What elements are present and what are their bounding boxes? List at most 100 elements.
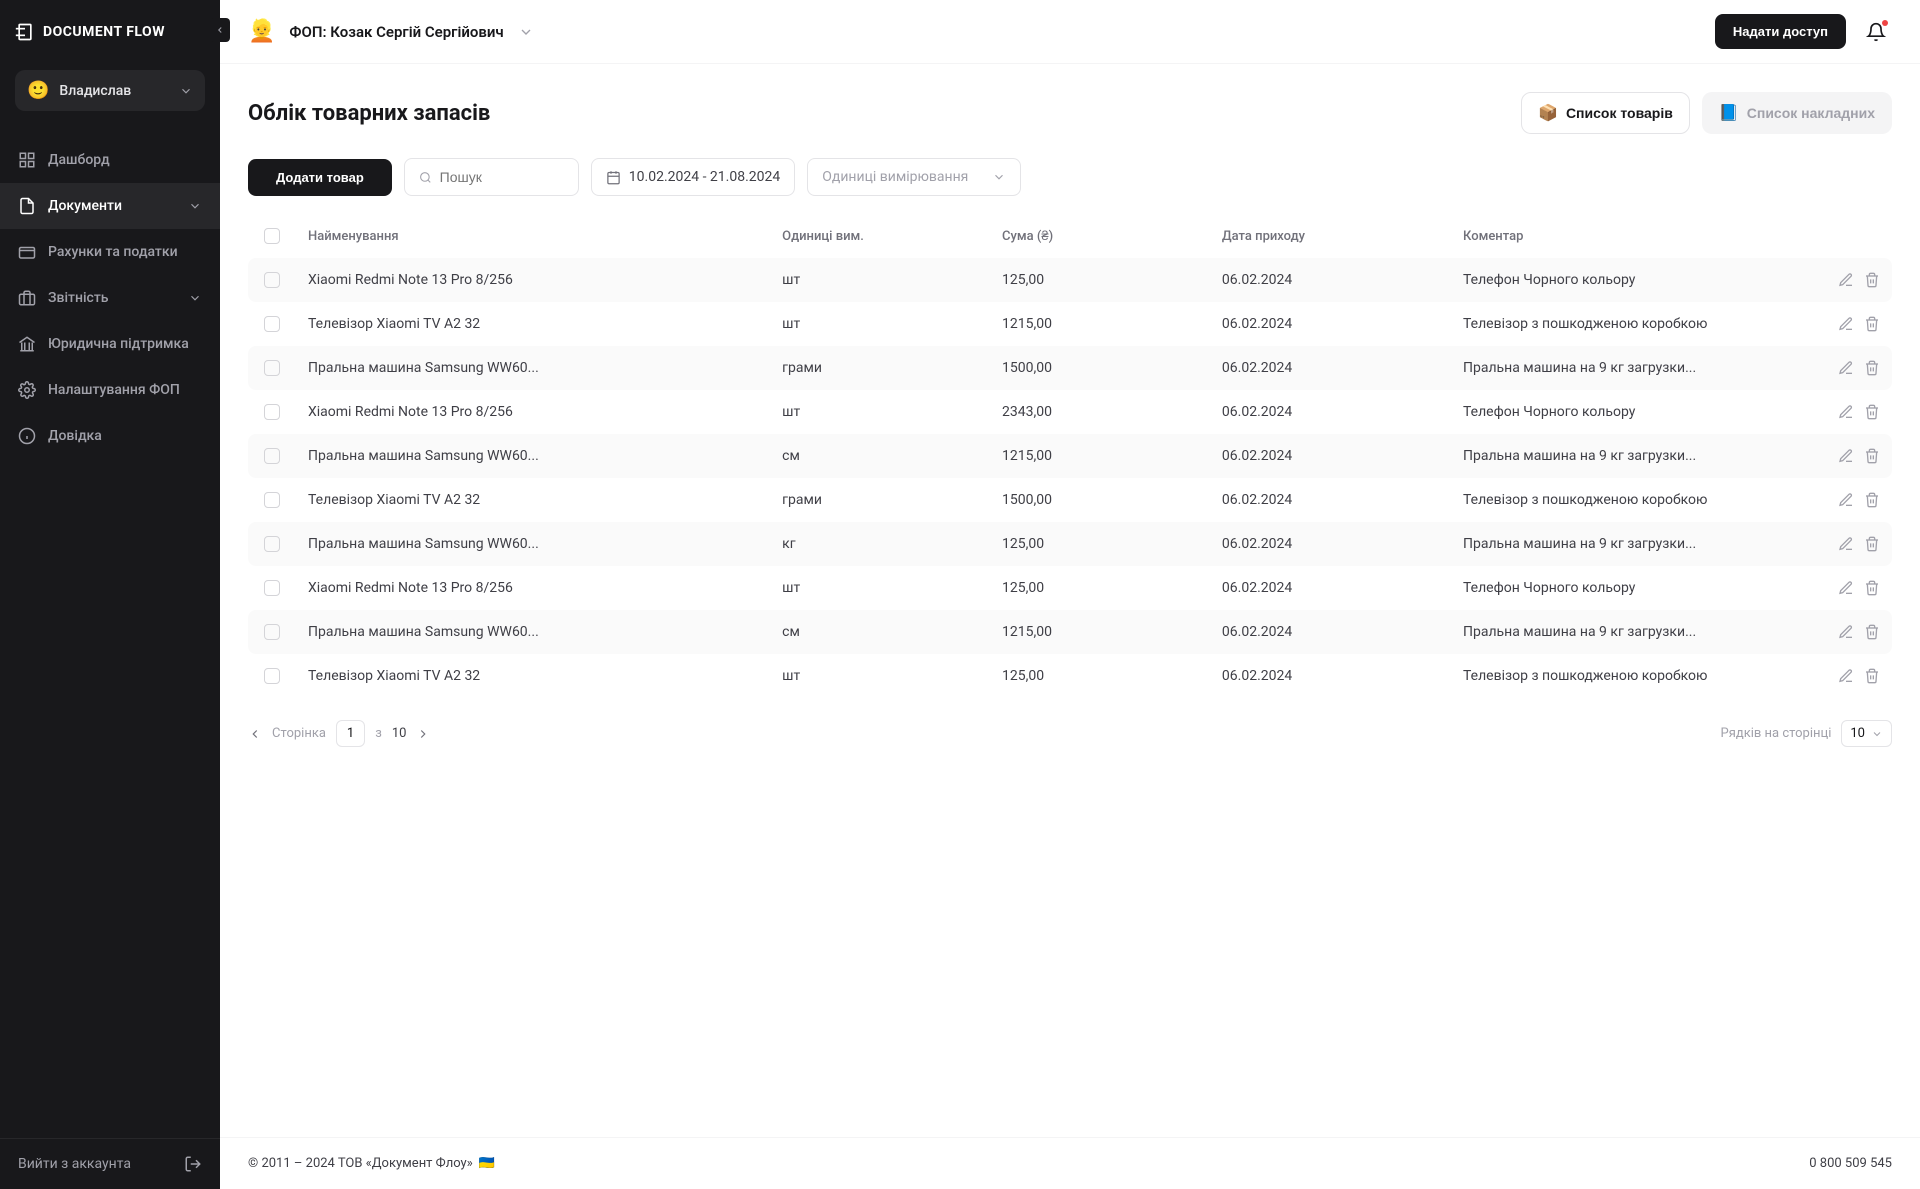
chevron-down-icon <box>179 84 193 98</box>
edit-button[interactable] <box>1838 316 1854 332</box>
nav-documents[interactable]: Документи <box>0 183 220 229</box>
nav-accounts[interactable]: Рахунки та податки <box>0 229 220 275</box>
delete-button[interactable] <box>1864 360 1880 376</box>
edit-button[interactable] <box>1838 580 1854 596</box>
chevron-down-icon[interactable] <box>518 24 534 40</box>
cell-sum: 125,00 <box>1002 580 1214 596</box>
next-page-button[interactable] <box>416 727 430 741</box>
date-range-picker[interactable]: 10.02.2024 - 21.08.2024 <box>591 158 795 196</box>
table-row[interactable]: Телевізор Xiaomi TV A2 32шт125,0006.02.2… <box>248 654 1892 698</box>
row-checkbox[interactable] <box>264 448 280 464</box>
edit-button[interactable] <box>1838 624 1854 640</box>
tab-goods[interactable]: 📦 Список товарів <box>1521 92 1690 134</box>
current-page: 1 <box>336 720 365 747</box>
nav-help[interactable]: Довідка <box>0 413 220 459</box>
table-row[interactable]: Xiaomi Redmi Note 13 Pro 8/256шт125,0006… <box>248 566 1892 610</box>
edit-button[interactable] <box>1838 360 1854 376</box>
table-row[interactable]: Пральна машина Samsung WW60...см1215,000… <box>248 610 1892 654</box>
info-icon <box>18 427 36 445</box>
row-checkbox[interactable] <box>264 668 280 684</box>
cell-name: Пральна машина Samsung WW60... <box>308 624 774 640</box>
delete-button[interactable] <box>1864 404 1880 420</box>
table-row[interactable]: Xiaomi Redmi Note 13 Pro 8/256шт2343,000… <box>248 390 1892 434</box>
logout-button[interactable]: Вийти з аккаунта <box>0 1138 220 1189</box>
cell-date: 06.02.2024 <box>1222 536 1455 552</box>
nav-settings[interactable]: Налаштування ФОП <box>0 367 220 413</box>
col-date: Дата приходу <box>1222 229 1455 244</box>
trash-icon <box>1864 668 1880 684</box>
grant-access-button[interactable]: Надати доступ <box>1715 14 1846 49</box>
units-select[interactable]: Одиниці вимірювання <box>807 158 1021 196</box>
cell-unit: шт <box>782 272 994 288</box>
row-checkbox[interactable] <box>264 492 280 508</box>
nav-reports[interactable]: Звітність <box>0 275 220 321</box>
notifications-button[interactable] <box>1860 16 1892 48</box>
delete-button[interactable] <box>1864 580 1880 596</box>
table-row[interactable]: Пральна машина Samsung WW60...кг125,0006… <box>248 522 1892 566</box>
briefcase-icon <box>18 289 36 307</box>
row-checkbox[interactable] <box>264 316 280 332</box>
edit-button[interactable] <box>1838 668 1854 684</box>
trash-icon <box>1864 624 1880 640</box>
user-selector[interactable]: 🙂 Владислав <box>15 70 205 111</box>
trash-icon <box>1864 316 1880 332</box>
edit-button[interactable] <box>1838 448 1854 464</box>
cell-name: Xiaomi Redmi Note 13 Pro 8/256 <box>308 580 774 596</box>
grid-icon <box>18 151 36 169</box>
sidebar: DOCUMENT FLOW 🙂 Владислав Дашборд Докуме… <box>0 0 220 1189</box>
content: Облік товарних запасів 📦 Список товарів … <box>220 64 1920 1137</box>
edit-button[interactable] <box>1838 272 1854 288</box>
notification-dot <box>1882 20 1888 26</box>
prev-page-button[interactable] <box>248 727 262 741</box>
edit-button[interactable] <box>1838 404 1854 420</box>
pencil-icon <box>1838 448 1854 464</box>
topbar: 👱 ФОП: Козак Сергій Сергійович Надати до… <box>220 0 1920 64</box>
table-row[interactable]: Xiaomi Redmi Note 13 Pro 8/256шт125,0006… <box>248 258 1892 302</box>
chevron-left-icon <box>215 25 225 35</box>
delete-button[interactable] <box>1864 316 1880 332</box>
select-all-checkbox[interactable] <box>264 228 280 244</box>
nav-legal[interactable]: Юридична підтримка <box>0 321 220 367</box>
cell-sum: 1215,00 <box>1002 448 1214 464</box>
row-checkbox[interactable] <box>264 360 280 376</box>
tab-invoices[interactable]: 📘 Список накладних <box>1702 92 1892 134</box>
row-checkbox[interactable] <box>264 404 280 420</box>
search-input[interactable] <box>440 169 564 185</box>
user-name: Владислав <box>59 83 169 99</box>
table-row[interactable]: Пральна машина Samsung WW60...грами1500,… <box>248 346 1892 390</box>
delete-button[interactable] <box>1864 536 1880 552</box>
nav-label: Довідка <box>48 428 202 444</box>
delete-button[interactable] <box>1864 448 1880 464</box>
table-row[interactable]: Телевізор Xiaomi TV A2 32грами1500,0006.… <box>248 478 1892 522</box>
table-row[interactable]: Телевізор Xiaomi TV A2 32шт1215,0006.02.… <box>248 302 1892 346</box>
brand-logo[interactable]: DOCUMENT FLOW <box>0 0 220 64</box>
delete-button[interactable] <box>1864 492 1880 508</box>
nav-label: Дашборд <box>48 152 202 168</box>
page-label: Сторінка <box>272 726 326 741</box>
user-avatar-emoji: 🙂 <box>27 80 49 101</box>
trash-icon <box>1864 536 1880 552</box>
sidebar-collapse-button[interactable] <box>210 18 230 42</box>
row-checkbox[interactable] <box>264 272 280 288</box>
delete-button[interactable] <box>1864 624 1880 640</box>
flag-icon: 🇺🇦 <box>479 1156 495 1171</box>
row-checkbox[interactable] <box>264 624 280 640</box>
delete-button[interactable] <box>1864 668 1880 684</box>
tab-label: Список товарів <box>1566 105 1673 121</box>
chevron-right-icon <box>416 727 430 741</box>
edit-button[interactable] <box>1838 492 1854 508</box>
cell-unit: шт <box>782 668 994 684</box>
rows-per-page-select[interactable]: 10 <box>1841 720 1892 747</box>
table-row[interactable]: Пральна машина Samsung WW60...см1215,000… <box>248 434 1892 478</box>
row-checkbox[interactable] <box>264 580 280 596</box>
nav-dashboard[interactable]: Дашборд <box>0 137 220 183</box>
cell-unit: грами <box>782 360 994 376</box>
nav-label: Налаштування ФОП <box>48 382 202 398</box>
edit-button[interactable] <box>1838 536 1854 552</box>
copyright: © 2011 – 2024 ТОВ «Документ Флоу» <box>248 1156 473 1171</box>
delete-button[interactable] <box>1864 272 1880 288</box>
cell-unit: грами <box>782 492 994 508</box>
add-product-button[interactable]: Додати товар <box>248 159 392 196</box>
row-checkbox[interactable] <box>264 536 280 552</box>
search-field[interactable] <box>404 158 579 196</box>
